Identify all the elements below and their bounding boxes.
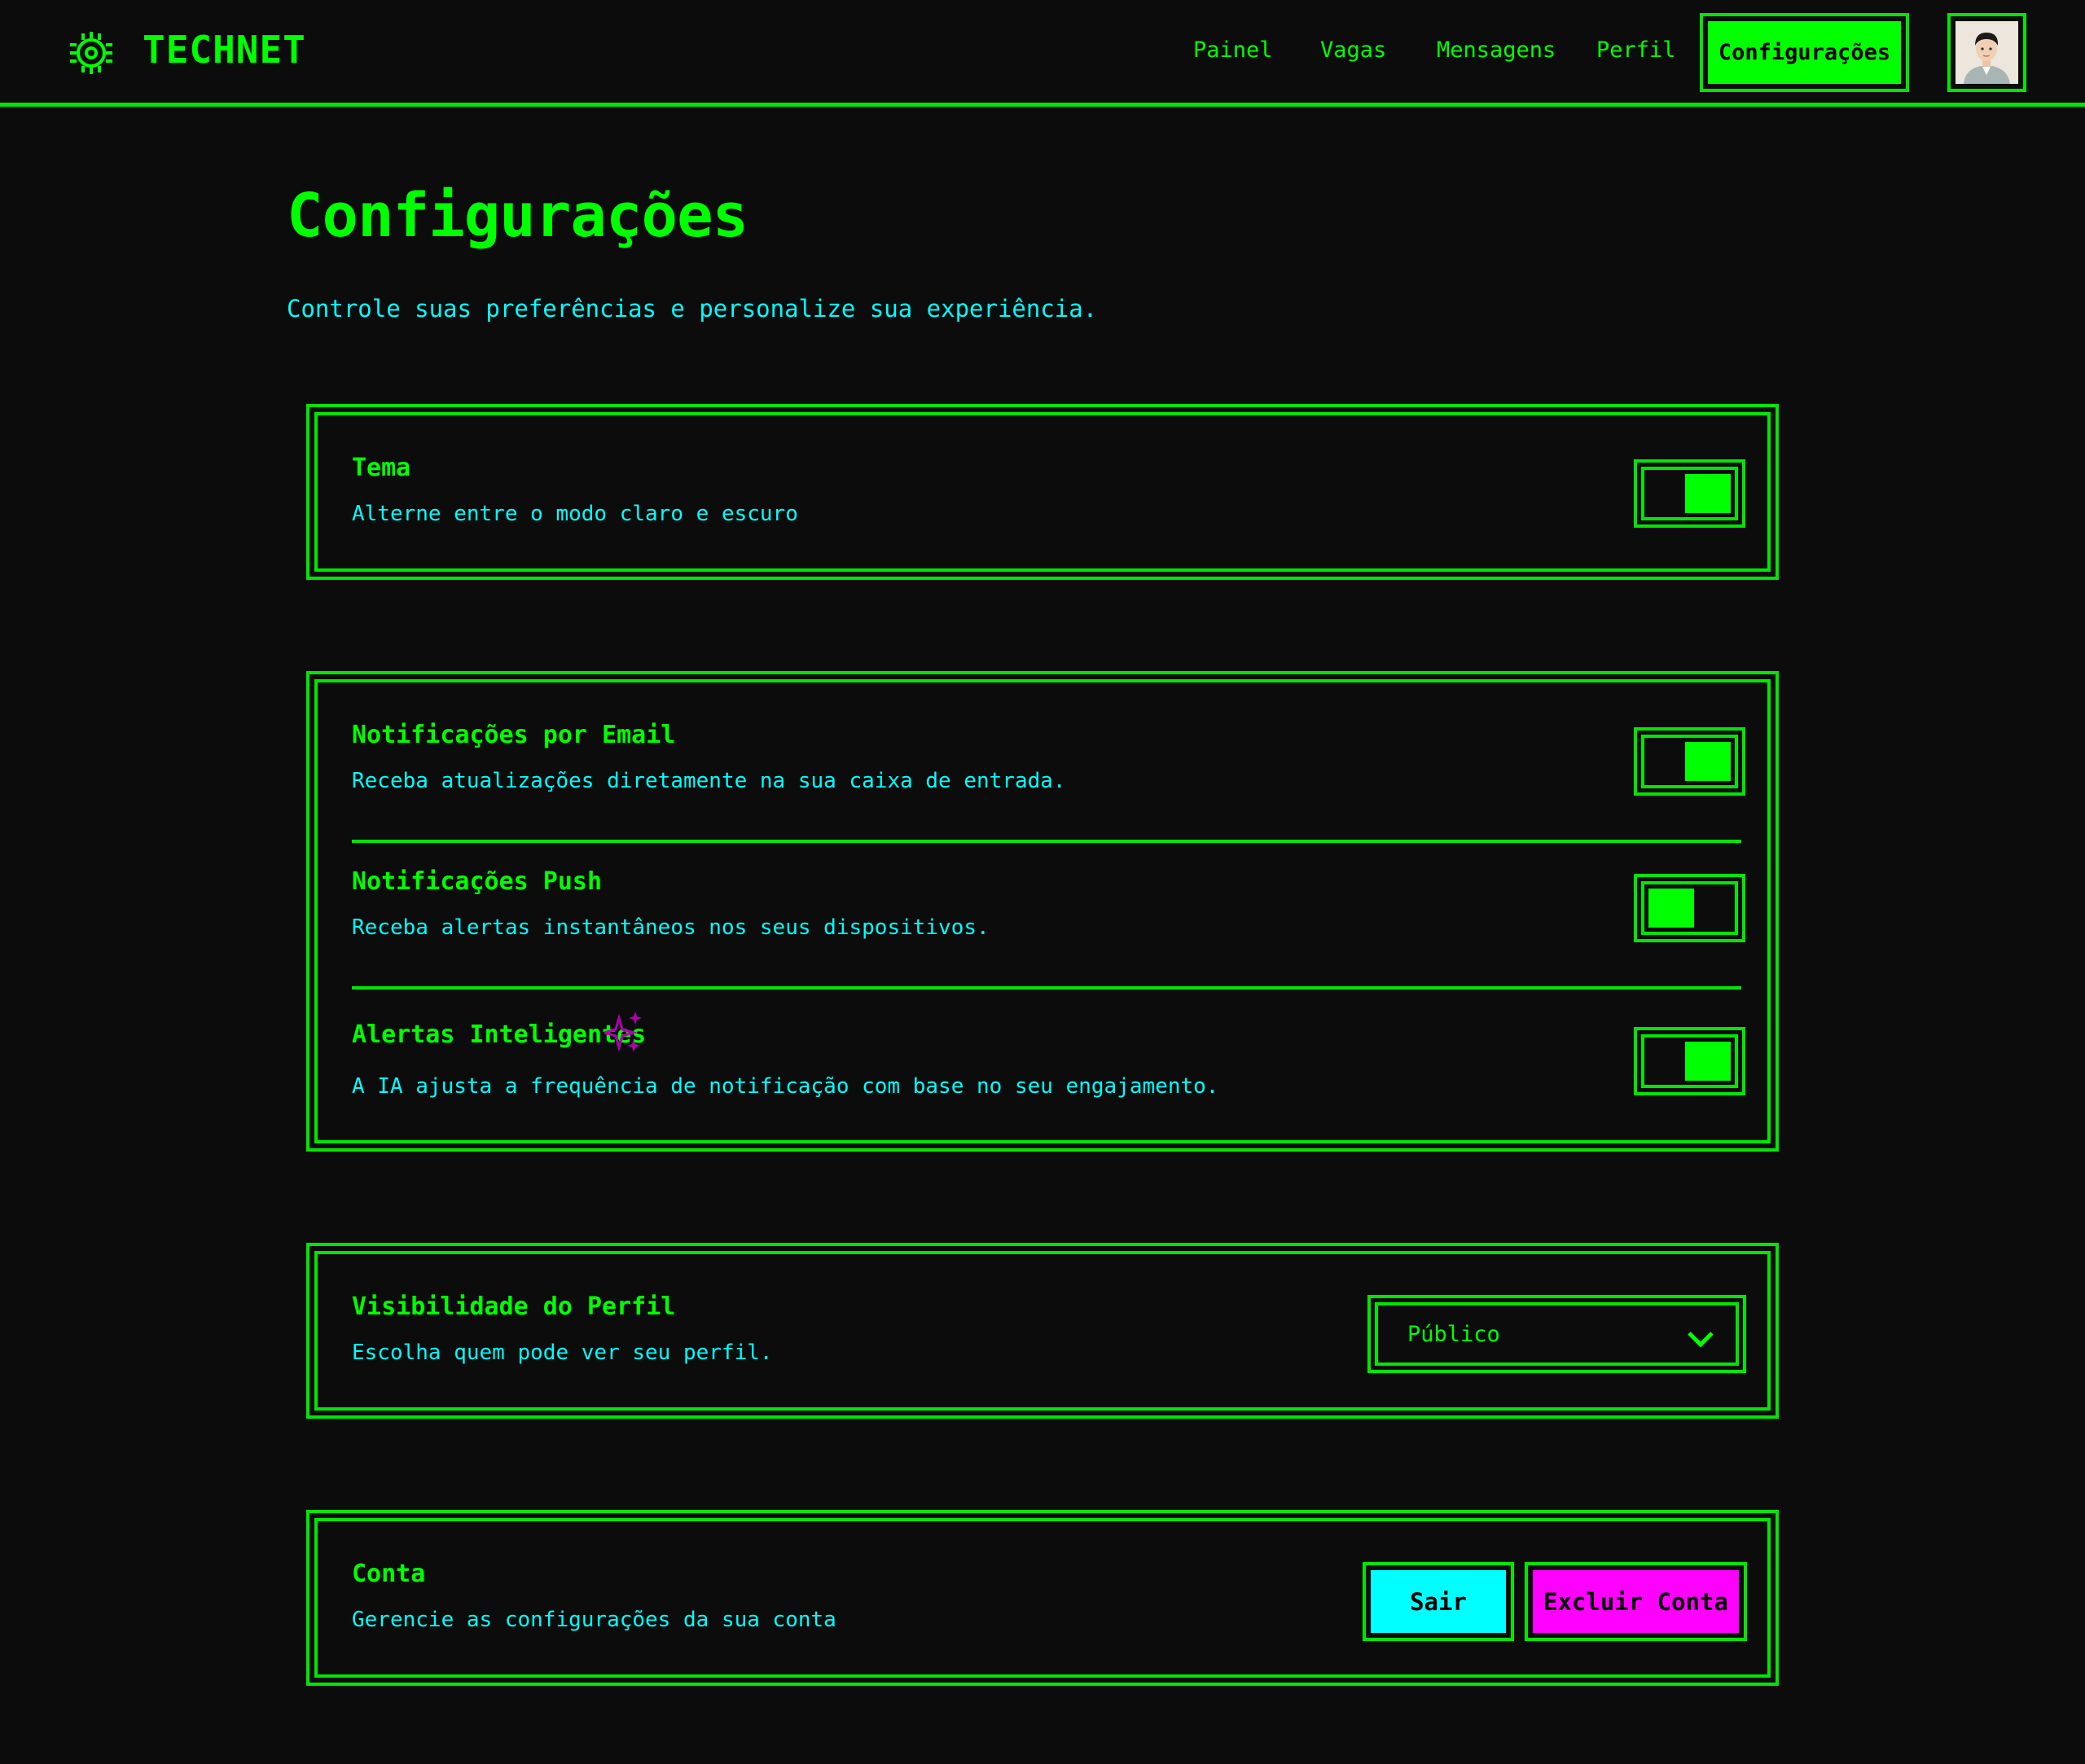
smart-alerts-toggle[interactable] bbox=[1634, 1027, 1745, 1095]
smart-alerts-title: Alertas Inteligentes bbox=[352, 1020, 647, 1049]
avatar bbox=[1956, 21, 2018, 84]
toggle-knob bbox=[1685, 1042, 1731, 1081]
top-navbar: TECHNET Painel Vagas Mensagens Perfil Co… bbox=[0, 0, 2085, 107]
divider bbox=[352, 840, 1741, 843]
toggle-knob bbox=[1648, 889, 1694, 928]
toggle-knob bbox=[1685, 474, 1731, 513]
account-title: Conta bbox=[352, 1560, 426, 1588]
push-notifications-description: Receba alertas instantâneos nos seus dis… bbox=[352, 915, 990, 940]
toggle-knob bbox=[1685, 742, 1731, 781]
delete-account-button-label: Excluir Conta bbox=[1533, 1570, 1739, 1633]
nav-link-painel[interactable]: Painel bbox=[1193, 37, 1273, 63]
nav-active-label: Configurações bbox=[1708, 21, 1901, 84]
theme-card: Tema Alterne entre o modo claro e escuro bbox=[306, 404, 1779, 580]
profile-visibility-card: Visibilidade do Perfil Escolha quem pode… bbox=[306, 1243, 1779, 1419]
brand-logo-text[interactable]: TECHNET bbox=[143, 28, 306, 72]
user-avatar-button[interactable] bbox=[1947, 13, 2026, 92]
theme-toggle[interactable] bbox=[1634, 459, 1745, 528]
notifications-card: Notificações por Email Receba atualizaçõ… bbox=[306, 671, 1779, 1152]
sparkle-icon bbox=[604, 1011, 642, 1052]
select-value: Público bbox=[1407, 1321, 1500, 1347]
account-card: Conta Gerencie as configurações da sua c… bbox=[306, 1510, 1779, 1686]
nav-link-configuracoes[interactable]: Configurações bbox=[1700, 13, 1909, 92]
chip-gear-icon[interactable] bbox=[68, 30, 114, 76]
smart-alerts-description: A IA ajusta a frequência de notificação … bbox=[352, 1074, 1219, 1099]
logout-button[interactable]: Sair bbox=[1363, 1562, 1514, 1641]
nav-link-vagas[interactable]: Vagas bbox=[1320, 37, 1386, 63]
email-notifications-description: Receba atualizações diretamente na sua c… bbox=[352, 769, 1066, 793]
push-notifications-title: Notificações Push bbox=[352, 867, 603, 896]
profile-visibility-select[interactable]: Público bbox=[1367, 1295, 1746, 1373]
nav-link-perfil[interactable]: Perfil bbox=[1596, 37, 1676, 63]
theme-description: Alterne entre o modo claro e escuro bbox=[352, 502, 798, 526]
nav-link-mensagens[interactable]: Mensagens bbox=[1437, 37, 1556, 63]
chevron-down-icon bbox=[1688, 1332, 1714, 1348]
avatar-portrait-icon bbox=[1956, 21, 2018, 84]
logout-button-label: Sair bbox=[1371, 1570, 1506, 1633]
email-notifications-toggle[interactable] bbox=[1634, 727, 1745, 796]
page-title: Configurações bbox=[287, 181, 748, 251]
delete-account-button[interactable]: Excluir Conta bbox=[1525, 1562, 1747, 1641]
profile-visibility-title: Visibilidade do Perfil bbox=[352, 1292, 676, 1321]
account-description: Gerencie as configurações da sua conta bbox=[352, 1608, 836, 1632]
push-notifications-toggle[interactable] bbox=[1634, 874, 1745, 942]
profile-visibility-description: Escolha quem pode ver seu perfil. bbox=[352, 1341, 773, 1365]
page-subtitle: Controle suas preferências e personalize… bbox=[287, 295, 1098, 323]
email-notifications-title: Notificações por Email bbox=[352, 721, 676, 749]
divider bbox=[352, 986, 1741, 990]
theme-title: Tema bbox=[352, 454, 411, 482]
